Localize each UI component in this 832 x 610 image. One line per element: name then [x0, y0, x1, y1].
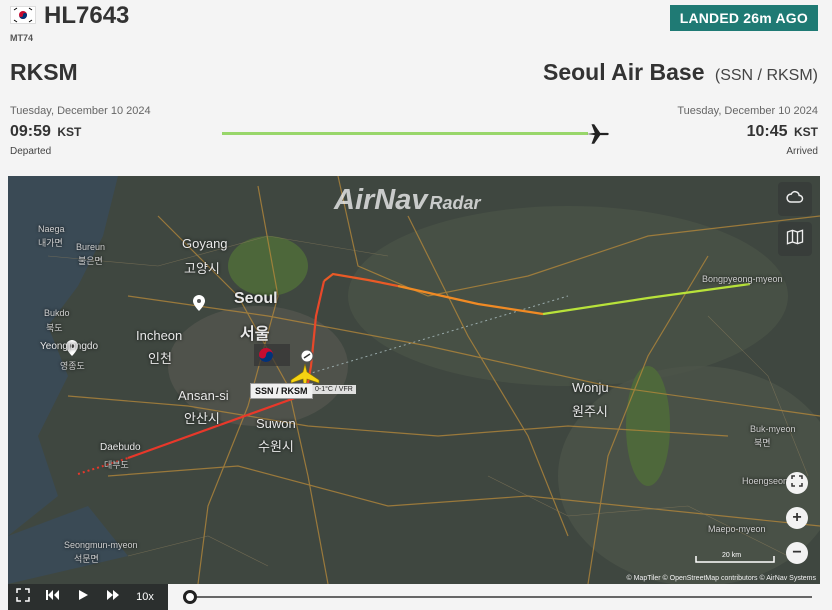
map-place-label: 원주시 — [572, 404, 608, 419]
arrival-time-value: 10:45 — [746, 123, 788, 140]
map-place-label: 내가면 — [38, 238, 63, 248]
airnav-radar-watermark: AirNav Radar — [334, 184, 481, 217]
departure-time-value: 09:59 — [10, 123, 51, 140]
map-place-label: Bureun — [76, 242, 106, 252]
fullscreen-icon — [791, 475, 803, 491]
departed-label: Departed — [10, 146, 52, 157]
south-korea-flag-icon — [10, 6, 36, 24]
arrival-timezone: KST — [794, 125, 818, 139]
map-place-label: Daebudo — [100, 442, 141, 453]
weather-layer-button[interactable] — [778, 182, 812, 216]
play-icon — [77, 588, 89, 606]
aircraft-type: MT74 — [10, 33, 34, 43]
playback-controls: 10x — [8, 584, 168, 610]
map-place-label: 인천 — [148, 351, 172, 366]
skip-back-icon — [46, 588, 60, 606]
map-place-label: 영종도 — [60, 361, 85, 371]
map-place-label: Naega — [38, 224, 65, 234]
map-place-label: Seongmun-myeon — [64, 540, 138, 550]
map-place-label: Buk-myeon — [750, 424, 796, 434]
weather-label: 0-1°C / VFR — [312, 385, 356, 394]
map-base-layer — [8, 176, 820, 584]
flight-progress-bar — [222, 132, 588, 135]
map-place-label: Bongpyeong-myeon — [702, 274, 783, 284]
map-place-label: 불은면 — [78, 256, 103, 266]
map-layers-icon — [785, 227, 805, 252]
fast-forward-icon — [106, 588, 120, 606]
map-place-label: 대부도 — [104, 460, 129, 470]
departure-timezone: KST — [57, 125, 82, 139]
map-place-label: Suwon — [256, 416, 296, 431]
map-place-label: Yeongjongdo — [40, 341, 99, 352]
zoom-in-button[interactable]: + — [786, 507, 808, 529]
departure-date: Tuesday, December 10 2024 — [10, 105, 151, 117]
expand-button[interactable] — [8, 584, 38, 610]
arrival-airport-codes: (SSN / RKSM) — [714, 67, 818, 84]
zoom-out-button[interactable]: − — [786, 542, 808, 564]
flight-header: HL7643 MT74 LANDED 26m AGO RKSM Seoul Ai… — [0, 0, 832, 172]
map-place-label: Incheon — [136, 328, 183, 343]
map-place-label: Bukdo — [44, 308, 70, 318]
fast-forward-button[interactable] — [98, 584, 128, 610]
map-place-label: 서울 — [240, 326, 270, 343]
map-attribution[interactable]: © MapTiler © OpenStreetMap contributors … — [627, 575, 817, 582]
arrival-time: 10:45 KST — [747, 123, 818, 141]
map-place-label: 안산시 — [184, 411, 220, 426]
arrival-airport: Seoul Air Base (SSN / RKSM) — [543, 59, 818, 86]
cloud-icon — [785, 187, 805, 212]
watermark-main: AirNav — [334, 184, 428, 216]
map-layers-button[interactable] — [778, 222, 812, 256]
map-scale-label: 20 km — [722, 552, 742, 559]
flight-map[interactable]: AirNav Radar Goyang 고양시 Seoul 서울 Incheon … — [8, 176, 820, 584]
map-place-label: Maepo-myeon — [708, 524, 766, 534]
map-place-label: 수원시 — [258, 439, 294, 454]
skip-back-button[interactable] — [38, 584, 68, 610]
map-place-label: 북도 — [46, 323, 63, 333]
minus-icon: − — [792, 544, 802, 561]
map-place-label: 석문면 — [74, 554, 99, 564]
flight-status-badge: LANDED 26m AGO — [669, 5, 818, 31]
airport-label[interactable]: SSN / RKSM — [250, 383, 313, 399]
map-place-label: Wonju — [572, 380, 609, 395]
playback-timeline[interactable] — [192, 596, 812, 598]
map-place-label: Goyang — [182, 236, 228, 251]
map-place-label: 북면 — [754, 438, 771, 448]
map-place-label: Ansan-si — [178, 388, 229, 403]
map-place-label: Seoul — [234, 290, 278, 307]
arrival-airport-name: Seoul Air Base — [543, 59, 705, 85]
aircraft-registration: HL7643 — [44, 2, 130, 29]
departure-code: RKSM — [10, 59, 78, 85]
arrival-date: Tuesday, December 10 2024 — [677, 105, 818, 117]
playback-speed[interactable]: 10x — [130, 584, 160, 610]
map-place-label: 고양시 — [184, 261, 220, 276]
playback-bar: 10x — [8, 584, 820, 610]
play-button[interactable] — [68, 584, 98, 610]
departure-time: 09:59 KST — [10, 123, 81, 141]
arrived-label: Arrived — [786, 146, 818, 157]
watermark-sub: Radar — [429, 193, 481, 213]
airplane-icon — [585, 121, 611, 147]
expand-icon — [16, 587, 30, 607]
timeline-thumb[interactable] — [183, 590, 197, 604]
plus-icon: + — [792, 509, 802, 526]
fullscreen-button[interactable] — [786, 472, 808, 494]
